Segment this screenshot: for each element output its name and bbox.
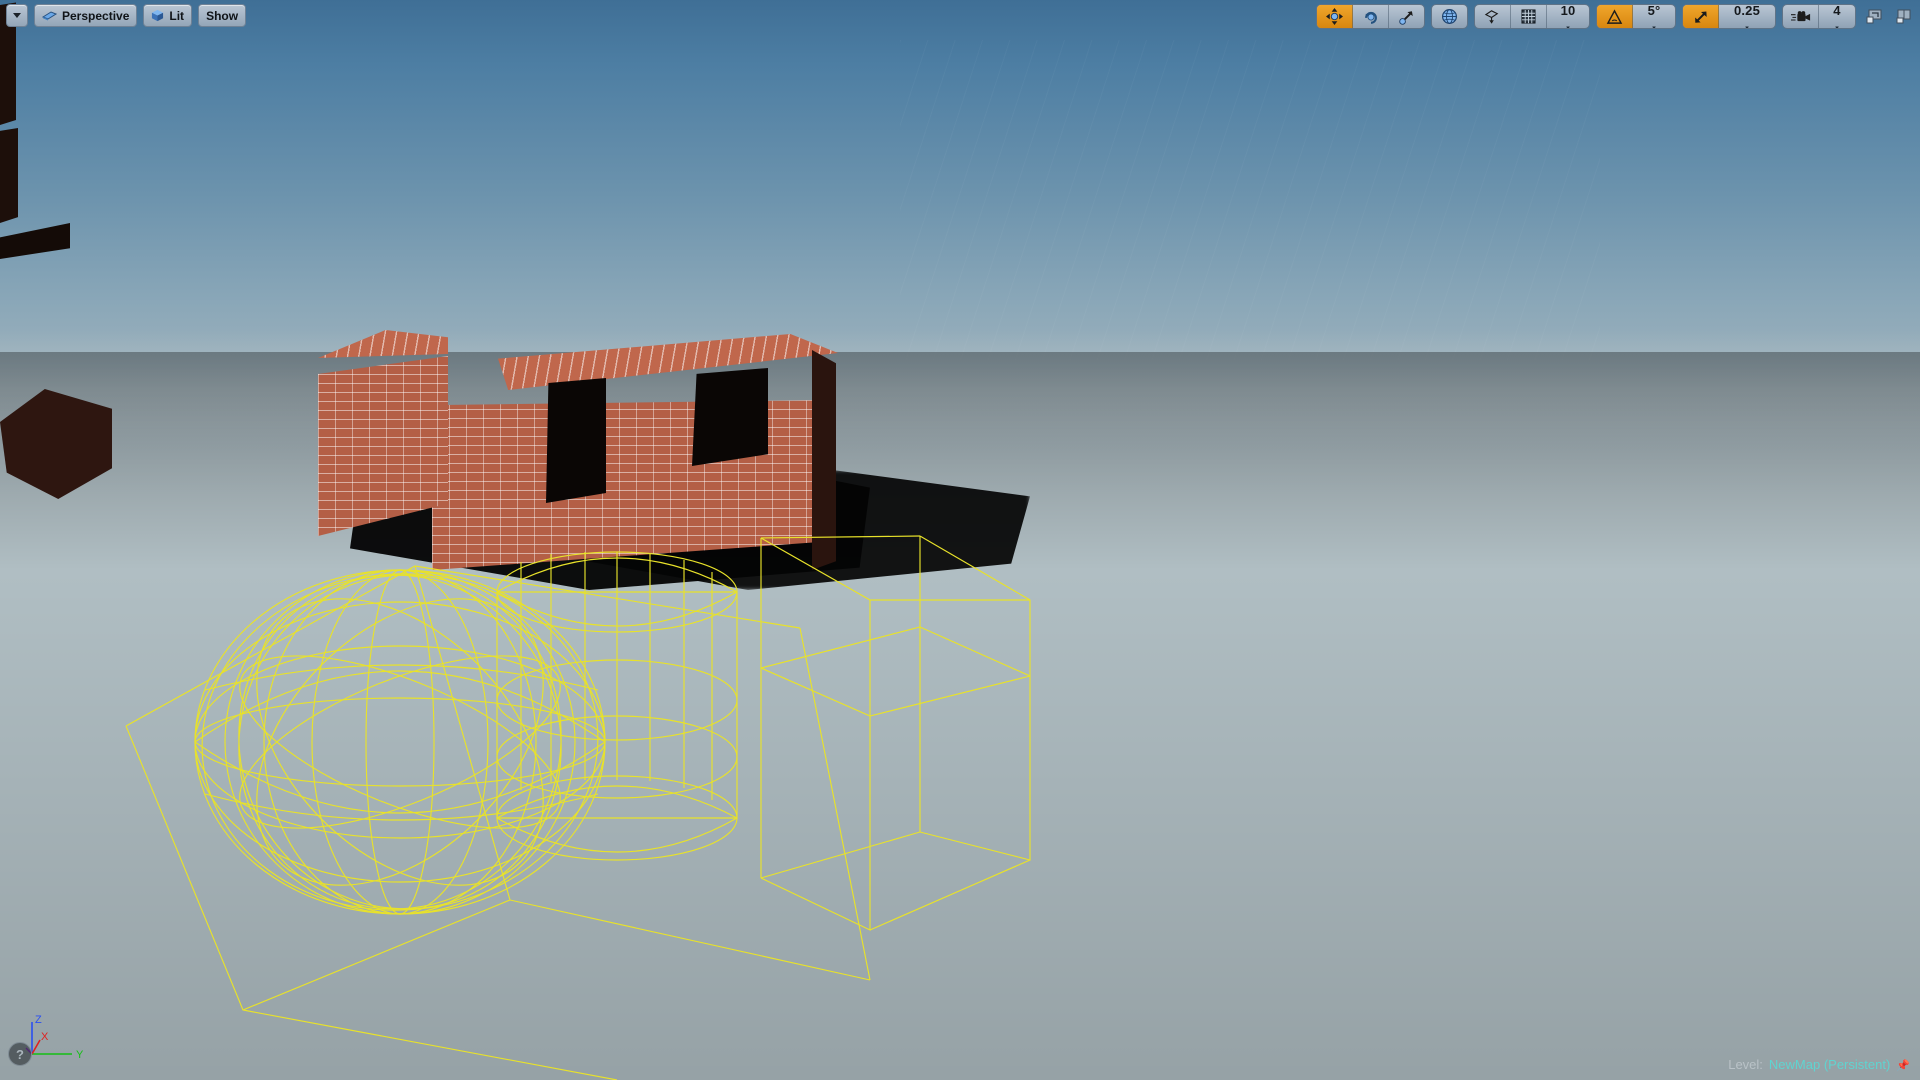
window-jamb-right [0, 127, 18, 223]
sky-streaks [900, 40, 1600, 360]
move-arrows-icon [1326, 8, 1343, 25]
viewport-options-menu[interactable] [6, 4, 28, 27]
scale-snap-arrow-icon [1694, 10, 1707, 23]
rotate-mode-button[interactable] [1353, 5, 1389, 28]
chevron-down-icon: ▾ [1652, 24, 1656, 29]
maximize-viewport-button[interactable] [1862, 5, 1886, 28]
transform-mode-group[interactable] [1316, 4, 1425, 29]
scale-snap-value[interactable]: 0.25 ▾ [1719, 5, 1775, 28]
show-menu-button[interactable]: Show [198, 4, 247, 27]
floor-horizon-fog [0, 352, 1920, 422]
camera-speed-value[interactable]: 4 ▾ [1819, 5, 1855, 28]
maximize-viewport-icon [1866, 9, 1882, 24]
level-name[interactable]: NewMap (Persistent) [1769, 1057, 1890, 1072]
translate-mode-button[interactable] [1317, 5, 1353, 28]
lighting-mode-button[interactable]: Lit [143, 4, 193, 27]
window-opening-left [546, 378, 606, 503]
angle-icon [1606, 8, 1623, 24]
scale-snap-value-label: 0.25 [1733, 4, 1761, 18]
camera-speed-value-label: 4 [1833, 4, 1841, 18]
chevron-down-icon: ▾ [1835, 24, 1839, 29]
snap-settings-group[interactable]: 10 ▾ [1474, 4, 1590, 29]
grid-snap-toggle[interactable] [1511, 5, 1547, 28]
surface-snap-icon [1484, 10, 1499, 24]
angle-snap-value-label: 5° [1647, 4, 1661, 18]
rotate-icon [1364, 11, 1377, 24]
lighting-mode-label: Lit [169, 8, 185, 23]
grid-snap-value-label: 10 [1560, 4, 1576, 18]
grid-snap-value[interactable]: 10 ▾ [1547, 5, 1589, 28]
camera-perspective-icon [42, 11, 57, 21]
window-opening-right [692, 368, 768, 466]
coordinate-system-group[interactable] [1431, 4, 1468, 29]
view-mode-button[interactable]: Perspective [34, 4, 138, 27]
viewport-toolbar-left[interactable]: Perspective Lit Show [6, 4, 247, 27]
scale-mode-button[interactable] [1389, 5, 1424, 28]
level-viewport[interactable]: Perspective Lit Show 10 ▾ 5° ▾ 0.25 ▾ 4 … [0, 0, 1920, 1080]
angle-snap-value[interactable]: 5° ▾ [1633, 5, 1675, 28]
level-status-bar: Level: NewMap (Persistent) 📌 [1728, 1057, 1910, 1072]
camera-icon [1790, 10, 1810, 21]
camera-speed-group[interactable]: 4 ▾ [1782, 4, 1856, 29]
grid-icon [1521, 9, 1536, 24]
wall-front-face [432, 400, 832, 570]
scale-arrow-icon [1398, 10, 1413, 25]
viewport-toolbar-right[interactable]: 10 ▾ 5° ▾ 0.25 ▾ 4 ▾ [1316, 4, 1916, 29]
axis-label-y: Y [76, 1049, 84, 1061]
globe-icon [1441, 8, 1458, 25]
surface-snap-button[interactable] [1475, 5, 1511, 28]
chevron-down-icon: ▾ [1745, 24, 1749, 29]
show-menu-label: Show [206, 8, 239, 23]
floor-vignette [0, 352, 1920, 1080]
axis-label-z: Z [35, 1014, 42, 1026]
help-button[interactable]: ? [8, 1042, 32, 1066]
pin-icon[interactable]: 📌 [1896, 1059, 1910, 1072]
wall-right-endcap [812, 350, 836, 570]
cube-icon [152, 9, 164, 22]
angle-snap-group[interactable]: 5° ▾ [1596, 4, 1676, 29]
chevron-down-icon: ▾ [1566, 24, 1570, 29]
chevron-down-icon [13, 13, 21, 18]
viewport-layout-button[interactable] [1892, 5, 1916, 28]
floor-plane [0, 352, 1920, 1080]
level-label: Level: [1728, 1057, 1763, 1072]
scale-snap-toggle[interactable] [1683, 5, 1719, 28]
axis-label-x: X [41, 1031, 49, 1043]
angle-snap-toggle[interactable] [1597, 5, 1633, 28]
viewport-layout-icon [1896, 9, 1911, 24]
world-coordinates-button[interactable] [1432, 5, 1467, 28]
camera-speed-button[interactable] [1783, 5, 1819, 28]
scale-snap-group[interactable]: 0.25 ▾ [1682, 4, 1776, 29]
view-mode-label: Perspective [62, 8, 130, 23]
